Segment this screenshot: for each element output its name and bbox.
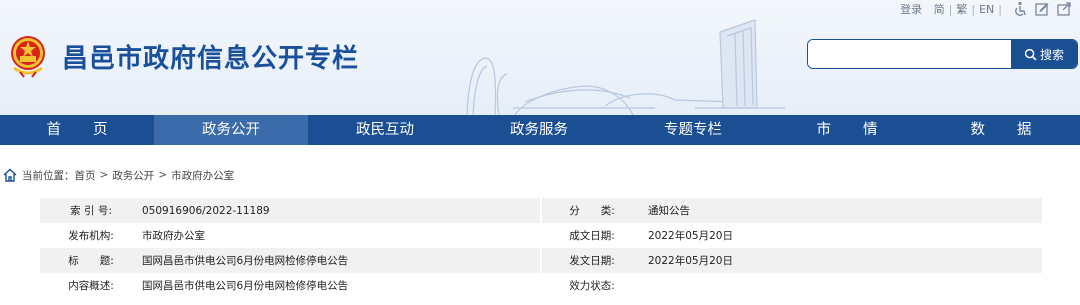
table-row: 标 题: 国网昌邑市供电公司6月份电网检修停电公告 发文日期: 2022年05月…: [40, 248, 1042, 273]
breadcrumb-home[interactable]: 首页: [75, 168, 96, 183]
nav-item-home[interactable]: 首页: [0, 115, 154, 145]
validity-status-value: [642, 273, 1042, 298]
table-row: 发布机构: 市政府办公室 成文日期: 2022年05月20日: [40, 223, 1042, 248]
breadcrumb-separator: >: [158, 169, 168, 181]
summary-label: 内容概述:: [40, 273, 138, 298]
separator: [926, 3, 930, 16]
separator: |: [998, 2, 1002, 16]
title-value: 国网昌邑市供电公司6月份电网检修停电公告: [138, 248, 540, 273]
nav-item-city-info[interactable]: 市情: [770, 115, 924, 145]
document-metadata-table: 索 引 号: 050916906/2022-11189 分 类: 通知公告 发布…: [40, 198, 1042, 298]
site-header: 昌邑市政府信息公开专栏 登录 简 | 繁 | EN | 搜索: [0, 0, 1080, 115]
nav-item-gov-affairs-open[interactable]: 政务公开: [154, 115, 308, 145]
nav-item-gov-services[interactable]: 政务服务: [462, 115, 616, 145]
separator: |: [948, 2, 953, 16]
category-label: 分 类:: [542, 198, 642, 223]
written-date-value: 2022年05月20日: [642, 223, 1042, 248]
search-button-label: 搜索: [1039, 47, 1064, 62]
written-date-label: 成文日期:: [542, 223, 642, 248]
city-skyline-illustration: [466, 19, 785, 115]
title-label: 标 题:: [40, 248, 138, 273]
table-row: 索 引 号: 050916906/2022-11189 分 类: 通知公告: [40, 198, 1042, 223]
nav-item-interaction[interactable]: 政民互动: [308, 115, 462, 145]
home-icon: [2, 167, 18, 183]
search-icon: [1024, 48, 1037, 60]
search-button[interactable]: 搜索: [1011, 40, 1077, 68]
summary-value: 国网昌邑市供电公司6月份电网检修停电公告: [138, 273, 540, 298]
index-number-label: 索 引 号:: [40, 198, 138, 223]
validity-status-label: 效力状态:: [542, 273, 642, 298]
traditional-chinese-link[interactable]: 繁: [956, 1, 967, 17]
nav-item-special-topics[interactable]: 专题专栏: [616, 115, 770, 145]
table-row: 内容概述: 国网昌邑市供电公司6月份电网检修停电公告 效力状态:: [40, 273, 1042, 298]
issue-date-label: 发文日期:: [542, 248, 642, 273]
accessibility-icon[interactable]: [1012, 1, 1028, 17]
search-input[interactable]: [808, 40, 1011, 68]
breadcrumb-separator: >: [99, 169, 109, 181]
separator: |: [971, 2, 976, 16]
issue-date-value: 2022年05月20日: [642, 248, 1042, 273]
edit-icon[interactable]: [1034, 1, 1050, 17]
top-links: 登录 简 | 繁 | EN |: [900, 1, 1072, 17]
publisher-value: 市政府办公室: [138, 223, 540, 248]
search-box: 搜索: [807, 39, 1078, 69]
share-icon[interactable]: [1056, 1, 1072, 17]
index-number-value: 050916906/2022-11189: [138, 198, 540, 223]
main-nav: 首页 政务公开 政民互动 政务服务 专题专栏 市情 数据: [0, 115, 1080, 145]
breadcrumb: 当前位置： 首页 > 政务公开 > 市政府办公室: [0, 166, 234, 184]
breadcrumb-city-gov-office[interactable]: 市政府办公室: [171, 168, 234, 183]
site-title: 昌邑市政府信息公开专栏: [62, 44, 360, 74]
simplified-chinese-link[interactable]: 简: [934, 1, 945, 17]
national-emblem-icon: [11, 36, 45, 78]
english-link[interactable]: EN: [979, 3, 994, 16]
publisher-label: 发布机构:: [40, 223, 138, 248]
breadcrumb-prefix: 当前位置：: [22, 169, 75, 182]
login-link[interactable]: 登录: [900, 1, 922, 17]
nav-item-data[interactable]: 数据: [924, 115, 1078, 145]
category-value: 通知公告: [642, 198, 1042, 223]
breadcrumb-gov-affairs-open[interactable]: 政务公开: [112, 168, 154, 183]
